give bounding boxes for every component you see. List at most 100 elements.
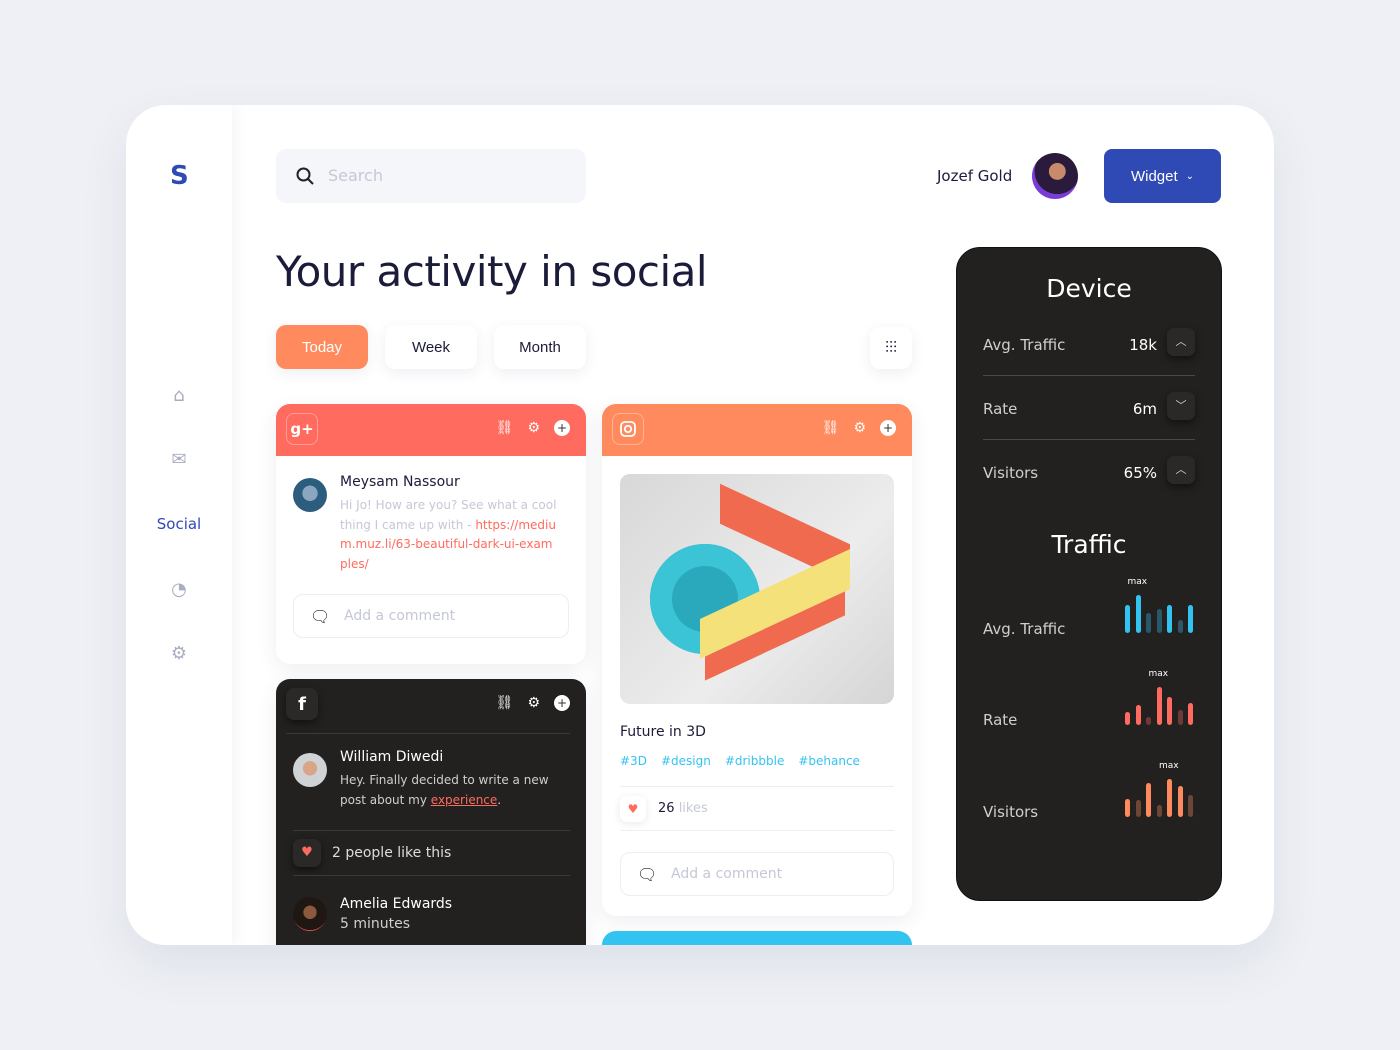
comment-icon: 🗨 (310, 607, 331, 626)
chart-bar (1146, 783, 1151, 817)
sidebar-item-social[interactable]: Social (126, 515, 232, 533)
chart-bar (1125, 712, 1130, 725)
reply-time: 5 minutes (340, 916, 411, 932)
chart-bar (1188, 703, 1193, 725)
chart-bar (1156, 805, 1162, 817)
comment-icon: 🗨 (637, 865, 658, 884)
comment-input[interactable]: 🗨 Add a comment (293, 594, 569, 638)
chart-bar (1156, 609, 1162, 633)
divider (983, 375, 1195, 376)
chevron-up-icon[interactable]: ︿ (1167, 456, 1195, 484)
reply-avatar (293, 897, 327, 931)
comment-input[interactable]: 🗨 Add a comment (620, 852, 894, 896)
tag[interactable]: #design (661, 754, 711, 768)
likes-text: 2 people like this (332, 845, 452, 861)
row-label: Visitors (983, 464, 1039, 482)
chevron-down-icon: ⌄ (1185, 170, 1195, 182)
tab-month[interactable]: Month (494, 325, 586, 369)
row-label: Rate (983, 400, 1018, 418)
chart-bar (1188, 795, 1193, 817)
add-icon[interactable]: + (880, 420, 896, 436)
chart-bar (1177, 710, 1183, 725)
card-header: ⛓ ⚙ + (602, 404, 912, 456)
row-value: 6m (1132, 400, 1157, 418)
post-card-next (602, 931, 912, 945)
chart-bar (1146, 613, 1151, 633)
chart-bar (1135, 800, 1141, 817)
device-title: Device (1046, 274, 1132, 303)
app-window: S ⌂ ✉ Social ◔ ⚙ Search Jozef Gold Widge… (126, 105, 1274, 945)
divider (293, 830, 570, 831)
gear-icon[interactable]: ⚙ (527, 420, 540, 436)
chart-label: Rate (983, 711, 1018, 729)
widget-button[interactable]: Widget ⌄ (1104, 149, 1221, 203)
post-card-gplus: g+ ⛓ ⚙ + Meysam Nassour Hi Jo! How are you… (276, 404, 586, 664)
row-value: 18k (1129, 336, 1157, 354)
post-title: Future in 3D (620, 724, 706, 740)
home-icon[interactable]: ⌂ (126, 385, 232, 406)
heart-icon[interactable]: ♥ (620, 796, 646, 822)
google-plus-icon: g+ (286, 413, 318, 445)
add-icon[interactable]: + (554, 420, 570, 436)
chevron-up-icon[interactable]: ︿ (1167, 328, 1195, 356)
chart-bar (1156, 687, 1162, 725)
chart-bar (1135, 705, 1141, 725)
device-panel: Device Avg. Traffic 18k ︿ Rate 6m ﹀ Visitors… (956, 247, 1222, 901)
chart-bar (1177, 786, 1183, 817)
chevron-down-icon[interactable]: ﹀ (1167, 392, 1195, 420)
chart-bar (1167, 779, 1172, 817)
search-icon (296, 167, 314, 185)
post-link[interactable]: experience (431, 793, 498, 807)
widget-label: Widget (1130, 167, 1178, 185)
gear-icon[interactable]: ⚙ (126, 643, 232, 664)
add-icon[interactable]: + (554, 695, 570, 711)
heart-icon[interactable]: ♥ (293, 839, 321, 867)
chart-bar (1135, 595, 1141, 633)
author-avatar (293, 753, 327, 787)
comment-placeholder: Add a comment (344, 608, 456, 624)
max-label: max (1127, 577, 1148, 587)
device-row: Avg. Traffic 18k ︿ (983, 328, 1195, 376)
likes-count: 26 (658, 801, 675, 816)
logo: S (170, 161, 189, 191)
post-image[interactable] (620, 474, 894, 704)
search-input[interactable]: Search (276, 149, 586, 203)
tag[interactable]: #behance (798, 754, 860, 768)
chart-bar (1167, 697, 1172, 725)
post-card-facebook: f ⛓ ⚙ + William Diwedi Hey. Finally decide… (276, 679, 586, 945)
tab-week[interactable]: Week (385, 325, 477, 369)
post-card-instagram: ⛓ ⚙ + Future in 3D #3D #design #dribbble #beh… (602, 404, 912, 916)
page-title: Your activity in social (276, 247, 708, 296)
row-label: Avg. Traffic (983, 336, 1066, 354)
gear-icon[interactable]: ⚙ (527, 695, 540, 711)
mini-chart-traffic: max (1125, 577, 1197, 633)
avatar[interactable] (1032, 153, 1078, 199)
chart-label: Visitors (983, 803, 1039, 821)
link-icon[interactable]: ⛓ (496, 420, 514, 436)
gear-icon[interactable]: ⚙ (853, 420, 866, 436)
tag[interactable]: #3D (620, 754, 647, 768)
link-icon[interactable]: ⛓ (822, 420, 840, 436)
tag[interactable]: #dribbble (725, 754, 785, 768)
search-placeholder: Search (328, 166, 383, 185)
chart-label: Avg. Traffic (983, 620, 1066, 638)
tab-today[interactable]: Today (276, 325, 368, 369)
divider (983, 439, 1195, 440)
post-end: . (497, 792, 502, 807)
max-label: max (1159, 761, 1179, 771)
card-header: f ⛓ ⚙ + (276, 679, 586, 731)
likes-label: likes (678, 801, 708, 816)
likes: 26 likes (658, 801, 708, 816)
chart-pie-icon[interactable]: ◔ (126, 579, 232, 600)
row-value: 65% (1123, 464, 1157, 482)
post-text: Hi Jo! How are you? See what a cool thin… (340, 496, 560, 574)
comment-placeholder: Add a comment (671, 866, 783, 882)
link-icon[interactable]: ⛓ (496, 695, 514, 711)
sidebar: S ⌂ ✉ Social ◔ ⚙ (126, 105, 232, 945)
traffic-title: Traffic (1051, 530, 1127, 559)
post-text: Hey. Finally decided to write a new post… (340, 771, 572, 810)
instagram-icon (612, 413, 644, 445)
filter-sliders-icon[interactable]: ⫶⫶⫶ (870, 327, 912, 369)
device-row: Rate 6m ﹀ (983, 392, 1195, 440)
mail-icon[interactable]: ✉ (126, 449, 232, 470)
